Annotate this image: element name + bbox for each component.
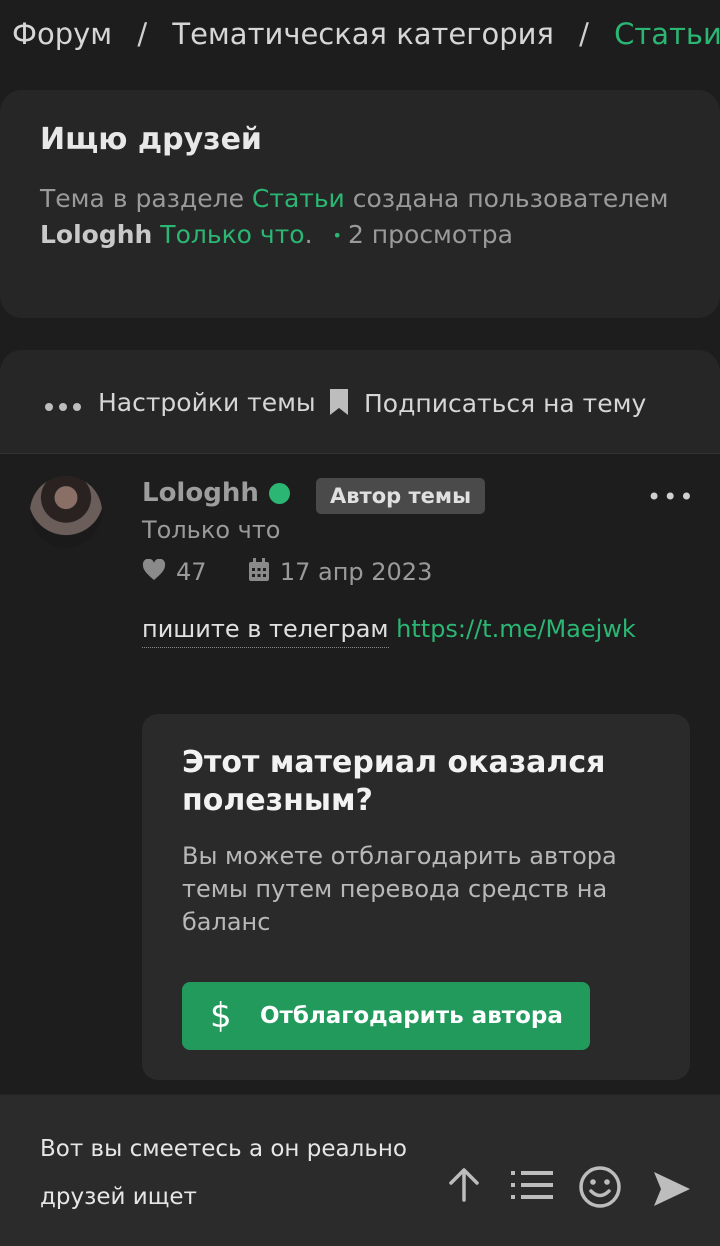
thread-settings-button[interactable]: Настройки темы xyxy=(44,388,316,419)
meta-period: . xyxy=(304,220,313,249)
avatar[interactable] xyxy=(30,476,102,548)
post-body-text: пишите в телеграм xyxy=(142,615,389,648)
meta-section-link[interactable]: Статьи xyxy=(252,184,345,213)
meta-created-by: создана пользователем xyxy=(352,184,669,213)
list-icon[interactable] xyxy=(511,1167,553,1207)
smile-icon[interactable] xyxy=(578,1165,622,1213)
breadcrumb-item-forum[interactable]: Форум xyxy=(12,17,112,51)
calendar-icon xyxy=(248,558,270,588)
dollar-icon: $ xyxy=(210,996,232,1036)
thread-settings-label: Настройки темы xyxy=(98,388,316,417)
meta-views: 2 просмотра xyxy=(347,220,513,249)
thread-title: Ищю друзей xyxy=(40,122,262,157)
breadcrumb-separator: / xyxy=(579,17,589,51)
breadcrumb-item-articles[interactable]: Статьи xyxy=(614,17,720,51)
meta-time-link[interactable]: Только что xyxy=(160,220,304,249)
thank-author-button[interactable]: $ Отблагодарить автора xyxy=(182,982,590,1050)
author-badge: Автор темы xyxy=(316,478,486,514)
thanks-title: Этот материал оказался полезным? xyxy=(182,745,606,818)
online-indicator xyxy=(269,483,290,504)
breadcrumb-item-category[interactable]: Тематическая категория xyxy=(172,17,554,51)
post-author[interactable]: Lologhh xyxy=(142,478,259,508)
bookmark-icon xyxy=(328,388,350,422)
thank-author-label: Отблагодарить автора xyxy=(260,1003,563,1029)
thanks-text: Вы можете отблагодарить автора темы путе… xyxy=(182,842,617,936)
meta-dot: • xyxy=(332,226,342,245)
reply-input[interactable]: Вот вы смеетесь а он реально друзей ищет xyxy=(40,1125,440,1221)
post-body-link[interactable]: https://t.me/Maejwk xyxy=(396,615,636,643)
breadcrumb-separator: / xyxy=(137,17,148,51)
subscribe-button[interactable]: Подписаться на тему xyxy=(328,388,646,422)
post-body: пишите в телеграм https://t.me/Maejwk xyxy=(142,615,636,648)
post-date: 17 апр 2023 xyxy=(279,558,433,586)
send-icon[interactable] xyxy=(652,1169,692,1213)
thanks-card: Этот материал оказался полезным? Вы може… xyxy=(142,714,690,1080)
meta-author-link[interactable]: Lologhh xyxy=(40,220,152,249)
reply-bar: Вот вы смеетесь а он реально друзей ищет xyxy=(0,1094,720,1246)
post-time[interactable]: Только что xyxy=(142,516,280,544)
thread-meta: Тема в разделе Статьи создана пользовате… xyxy=(40,181,680,254)
breadcrumb: Форум / Тематическая категория / Статьи xyxy=(0,0,720,72)
ellipsis-icon xyxy=(44,390,84,419)
subscribe-label: Подписаться на тему xyxy=(364,389,647,418)
thread-header: Ищю друзей Тема в разделе Статьи создана… xyxy=(0,90,720,318)
thread-actions: Настройки темы Подписаться на тему xyxy=(0,350,720,454)
heart-icon[interactable] xyxy=(142,558,166,587)
likes-count: 47 xyxy=(176,558,207,586)
meta-prefix: Тема в разделе xyxy=(40,184,244,213)
post-menu-icon[interactable]: ••• xyxy=(647,483,695,511)
arrow-up-icon[interactable] xyxy=(446,1167,482,1207)
post-stats: 47 17 апр 2023 xyxy=(142,558,432,588)
